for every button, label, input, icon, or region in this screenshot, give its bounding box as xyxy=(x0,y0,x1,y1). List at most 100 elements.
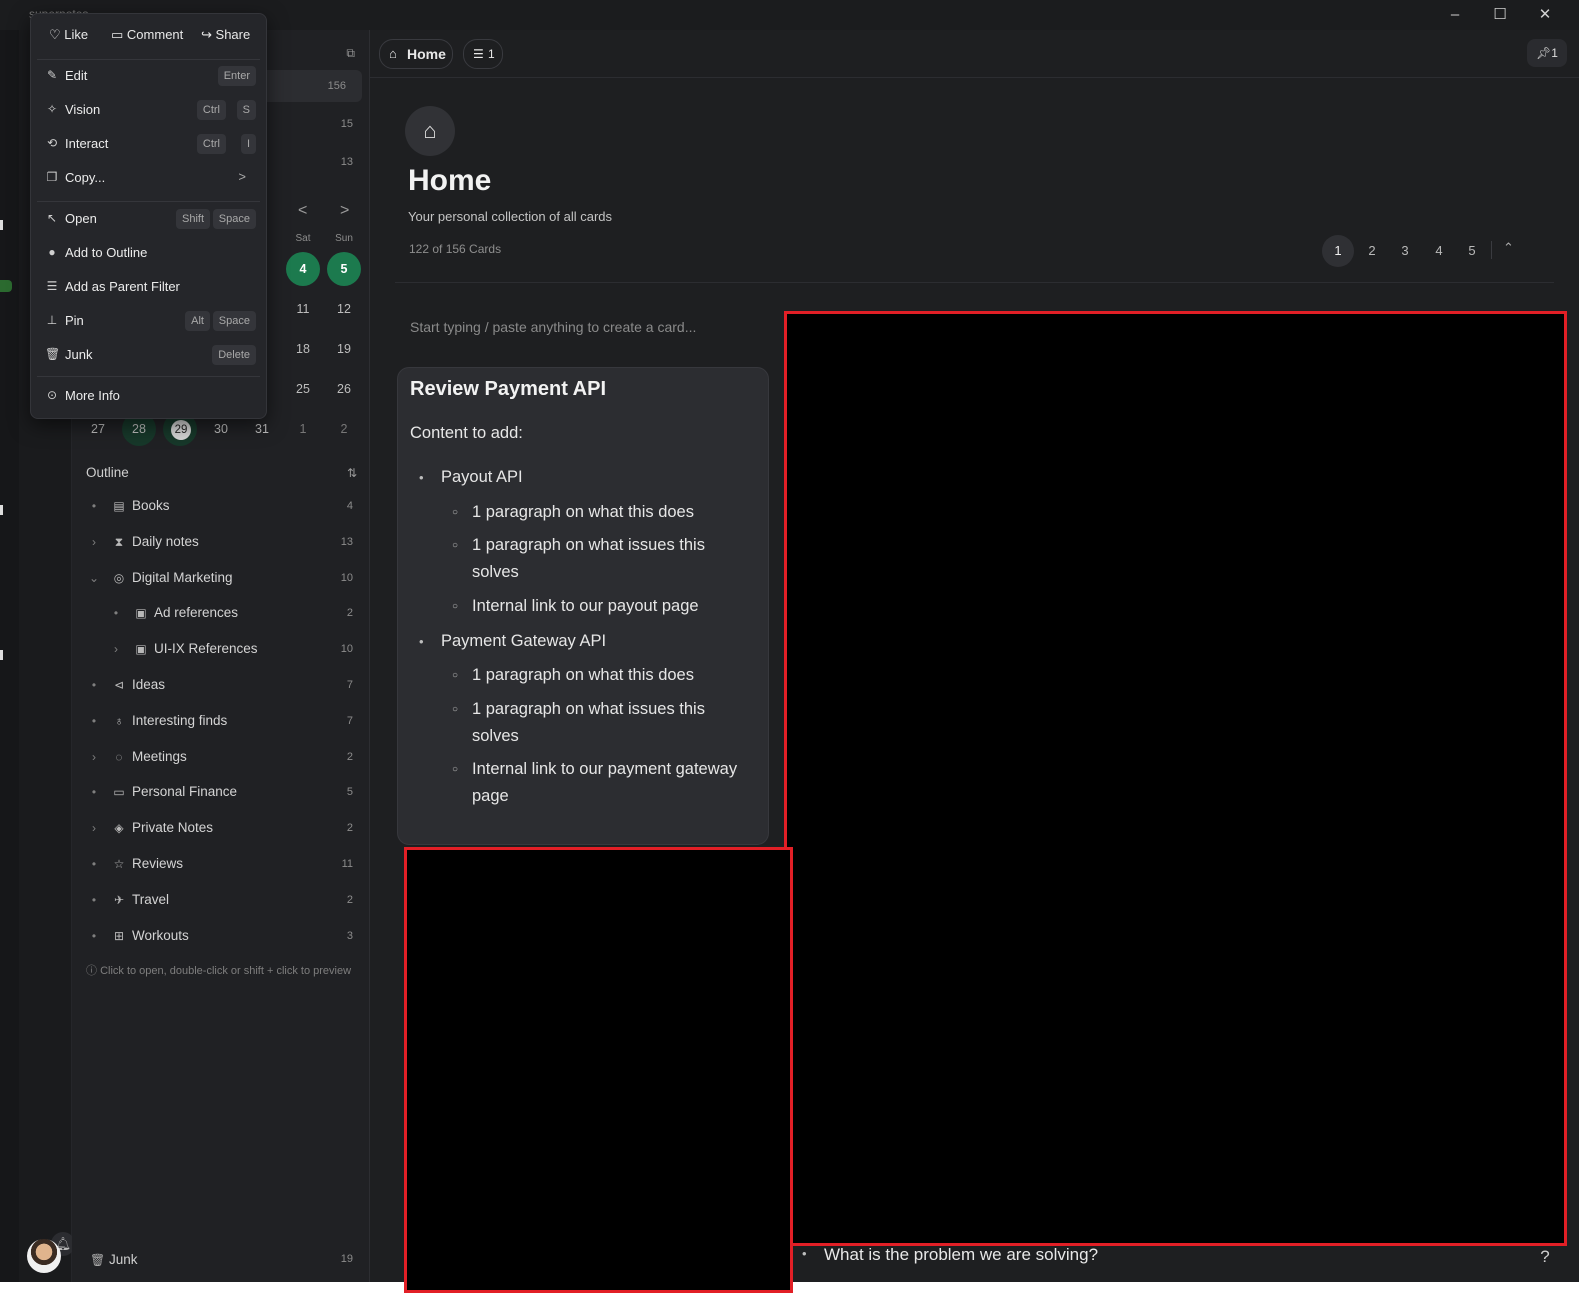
sidebar-junk-count: 19 xyxy=(340,1253,353,1265)
calendar-day[interactable]: 26 xyxy=(327,372,361,406)
calendar-day[interactable]: 19 xyxy=(327,332,361,366)
target-icon: ◎ xyxy=(113,570,125,585)
strip-mark xyxy=(0,505,3,515)
calendar-day[interactable]: 2 xyxy=(327,412,361,446)
expand-toggle-icon[interactable]: › xyxy=(88,821,100,835)
calendar-today-label: 29 xyxy=(171,420,191,440)
outline-item[interactable]: › ◌ Meetings 2 xyxy=(72,740,369,774)
menu-item-more-info[interactable]: ⊙ More Info xyxy=(37,380,260,412)
sort-icon[interactable]: ⇅ xyxy=(347,466,357,480)
calendar-day[interactable]: 11 xyxy=(286,292,320,326)
menu-item-edit[interactable]: ✎ Edit Enter xyxy=(37,60,260,92)
outline-item[interactable]: • ⊞ Workouts 3 xyxy=(72,919,369,953)
filter-button[interactable]: ☰ 1 xyxy=(463,39,503,69)
menu-item-vision[interactable]: ✧ Vision Ctrl S xyxy=(37,94,260,126)
comment-label: Comment xyxy=(126,27,184,42)
expand-toggle-icon[interactable]: › xyxy=(88,535,100,549)
like-button[interactable]: ♡ Like xyxy=(49,27,88,43)
outline-item[interactable]: ⌄ ◎ Digital Marketing 10 xyxy=(72,561,369,595)
outline-item[interactable]: › ⧗ Daily notes 13 xyxy=(72,525,369,559)
menu-item-add-to-outline[interactable]: ● Add to Outline xyxy=(37,237,260,269)
menu-item-label: Open xyxy=(65,211,97,226)
outline-item-label: Ideas xyxy=(132,677,166,692)
calendar-day[interactable]: 4 xyxy=(286,252,320,286)
menu-item-interact[interactable]: ⟲ Interact Ctrl I xyxy=(37,128,260,160)
trash-icon: 🗑︎ xyxy=(45,347,61,361)
help-button[interactable]: ? xyxy=(1531,1247,1559,1271)
avatar[interactable] xyxy=(27,1239,61,1273)
expand-toggle-icon[interactable]: › xyxy=(88,750,100,764)
shortcut-key: Delete xyxy=(212,345,256,365)
shortcut-key: Space xyxy=(212,311,256,331)
shortcut-key: I xyxy=(240,134,256,154)
outline-item[interactable]: › ◈ Private Notes 2 xyxy=(72,811,369,845)
outline-item[interactable]: • ♁ Interesting finds 7 xyxy=(72,704,369,738)
outline-item-count: 7 xyxy=(346,679,353,691)
expand-toggle-icon[interactable]: ⌄ xyxy=(88,571,100,585)
calendar-prev-button[interactable]: < xyxy=(298,202,307,220)
minimize-button[interactable]: – xyxy=(1444,4,1466,26)
page-button[interactable]: 2 xyxy=(1356,235,1388,267)
share-button[interactable]: ↪ Share xyxy=(201,27,250,43)
top-bar: ⌂ Home ☰ 1 📌︎1 xyxy=(370,30,1579,78)
menu-item-add-parent-filter[interactable]: ☰ Add as Parent Filter xyxy=(37,271,260,303)
calendar-day[interactable]: 5 xyxy=(327,252,361,286)
menu-item-open[interactable]: ↖ Open Shift Space xyxy=(37,203,260,235)
context-menu: ♡ Like ▭ Comment ↪ Share ✎ Edit Enter ✧ … xyxy=(30,13,267,419)
collapse-icon[interactable]: ⌃ xyxy=(1503,240,1514,256)
sidebar-item-junk[interactable]: 🗑︎ Junk xyxy=(90,1252,138,1267)
outline-item-label: Digital Marketing xyxy=(132,569,233,585)
heart-icon: ♡ xyxy=(49,27,61,42)
close-button[interactable]: ✕ xyxy=(1534,4,1556,26)
calendar-day-header: Sat xyxy=(295,233,311,244)
list-item: 1 paragraph on what issues this solves xyxy=(452,532,737,586)
outline-item[interactable]: • ▭ Personal Finance 5 xyxy=(72,775,369,809)
calendar-day[interactable]: 1 xyxy=(286,412,320,446)
page-button[interactable]: 1 xyxy=(1322,235,1354,267)
outline-item[interactable]: › ▣ UI-IX References 10 xyxy=(72,632,369,666)
maximize-button[interactable]: ☐ xyxy=(1489,4,1511,26)
sidebar-hint: ⓘ Click to open, double-click or shift +… xyxy=(86,965,352,977)
page-button[interactable]: 5 xyxy=(1456,235,1488,267)
circle-icon: ● xyxy=(48,245,56,259)
card[interactable]: Review Payment API Content to add: Payou… xyxy=(397,367,769,845)
calendar-day-header: Sun xyxy=(335,233,353,244)
bullet-icon: • xyxy=(91,499,97,513)
menu-item-label: More Info xyxy=(65,388,120,403)
pin-icon: ⊥ xyxy=(46,313,58,327)
outline-item-label: Travel xyxy=(132,891,170,907)
book-icon: ▤ xyxy=(113,499,125,513)
outline-item[interactable]: • ▣ Ad references 2 xyxy=(72,596,369,630)
bullet-icon: • xyxy=(91,892,97,907)
outline-item-label: Workouts xyxy=(132,927,189,943)
card-title: Review Payment API xyxy=(410,378,607,400)
lightbulb-icon: ♁ xyxy=(114,713,124,728)
menu-item-copy[interactable]: ❐ Copy... > xyxy=(37,162,260,194)
calendar-day[interactable]: 12 xyxy=(327,292,361,326)
outline-item[interactable]: • ⊲ Ideas 7 xyxy=(72,668,369,702)
comment-button[interactable]: ▭ Comment xyxy=(111,27,183,43)
outline-item[interactable]: • ✈ Travel 2 xyxy=(72,883,369,917)
outline-item-count: 10 xyxy=(340,571,353,584)
menu-item-junk[interactable]: 🗑︎ Junk Delete xyxy=(37,339,260,371)
outline-item[interactable]: • ☆ Reviews 11 xyxy=(72,847,369,881)
outline-item-count: 7 xyxy=(346,714,353,727)
page-button[interactable]: 4 xyxy=(1423,235,1455,267)
breadcrumb[interactable]: ⌂ Home xyxy=(379,39,453,69)
new-view-icon[interactable]: ⧉ xyxy=(346,46,355,61)
calendar-next-button[interactable]: > xyxy=(340,202,349,220)
pinned-button[interactable]: 📌︎1 xyxy=(1527,39,1567,67)
bullet-icon: • xyxy=(91,928,97,943)
shortcut-key: Ctrl xyxy=(196,134,226,154)
page-subtitle: Your personal collection of all cards xyxy=(408,209,613,224)
outline-item[interactable]: • ▤ Books 4 xyxy=(72,489,369,523)
page-button[interactable]: 3 xyxy=(1389,235,1421,267)
menu-item-pin[interactable]: ⊥ Pin Alt Space xyxy=(37,305,260,337)
calendar-day[interactable]: 25 xyxy=(286,372,320,406)
card-composer-input[interactable]: Start typing / paste anything to create … xyxy=(410,319,696,335)
image-icon: ▣ xyxy=(135,606,147,621)
calendar-day[interactable]: 18 xyxy=(286,332,320,366)
expand-toggle-icon[interactable]: › xyxy=(110,642,122,656)
strip-mark xyxy=(0,220,3,230)
list-item: Payout API xyxy=(419,464,523,491)
